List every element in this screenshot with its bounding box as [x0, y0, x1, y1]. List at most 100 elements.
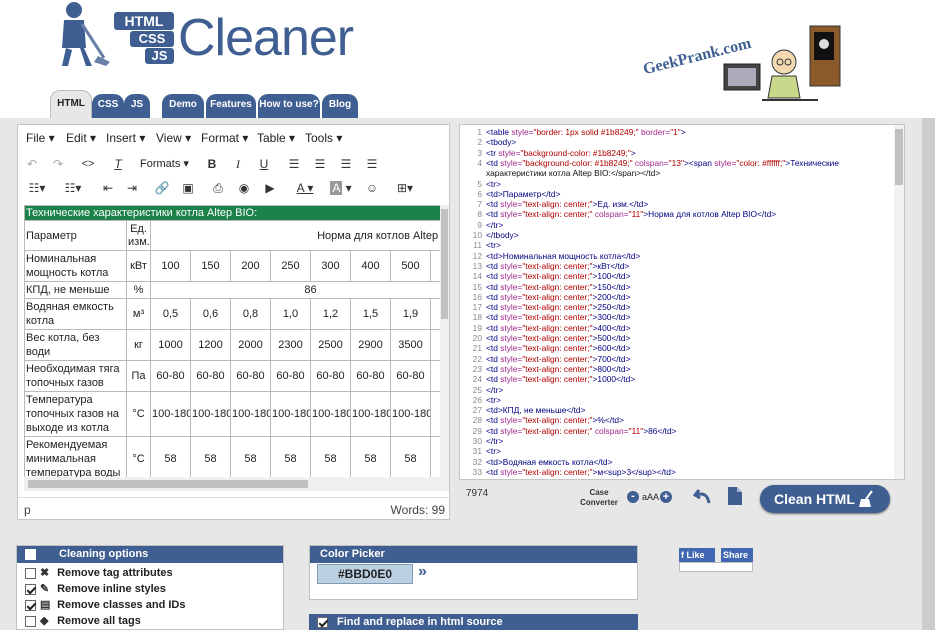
new-document-icon[interactable] — [727, 486, 743, 506]
find-replace-header[interactable]: Find and replace in html source — [309, 614, 638, 630]
cleaning-options-toggle[interactable] — [25, 548, 36, 560]
checkbox[interactable] — [25, 567, 36, 579]
tab-how-to-use[interactable]: How to use? — [258, 94, 320, 118]
source-line[interactable]: </tr> — [486, 220, 890, 230]
bold-icon[interactable]: B — [204, 156, 220, 172]
outdent-icon[interactable]: ⇤ — [100, 180, 116, 196]
align-left-icon[interactable]: ☰ — [286, 156, 302, 172]
tab-css[interactable]: CSS — [92, 94, 124, 118]
facebook-like-button[interactable]: f Like — [679, 548, 715, 562]
editor-horizontal-scrollbar[interactable] — [24, 477, 449, 491]
source-line[interactable]: <td style="text-align: center;">250</td> — [486, 302, 890, 312]
indent-icon[interactable]: ⇥ — [124, 180, 140, 196]
align-justify-icon[interactable]: ☰ — [364, 156, 380, 172]
source-line[interactable]: <td style="text-align: center;">%</td> — [486, 415, 890, 425]
menu-table[interactable]: Table ▾ — [257, 131, 295, 145]
background-color-icon[interactable]: A ▾ — [328, 180, 354, 196]
image-icon[interactable]: ▣ — [180, 180, 196, 196]
source-line[interactable]: <td style="background-color: #1b8249;" c… — [486, 158, 890, 168]
option-remove-tag-attributes[interactable]: ✖ Remove tag attributes — [25, 566, 173, 580]
facebook-share-button[interactable]: Share — [721, 548, 753, 562]
source-line[interactable]: <tr> — [486, 240, 890, 250]
menu-format[interactable]: Format ▾ — [201, 131, 248, 145]
source-line[interactable]: <td style="text-align: center;">500</td> — [486, 333, 890, 343]
menu-insert[interactable]: Insert ▾ — [106, 131, 145, 145]
color-picker-arrow[interactable]: » — [418, 563, 427, 581]
menu-tools[interactable]: Tools ▾ — [305, 131, 342, 145]
source-line[interactable]: <td style="text-align: center;">Ед. изм.… — [486, 199, 890, 209]
preview-icon[interactable]: ◉ — [236, 180, 252, 196]
source-line[interactable]: <tr style="background-color: #1b8249;"> — [486, 148, 890, 158]
numbered-list-icon[interactable]: ☷▾ — [60, 180, 86, 196]
tab-demo[interactable]: Demo — [162, 94, 204, 118]
clear-formatting-icon[interactable]: T — [110, 156, 126, 172]
source-line[interactable]: <td style="text-align: center;" colspan=… — [486, 426, 890, 436]
source-line[interactable]: <td style="text-align: center;">м<sup>3<… — [486, 467, 890, 477]
source-line[interactable]: <table style="border: 1px solid #1b8249;… — [486, 127, 890, 137]
source-line[interactable]: <td style="text-align: center;">700</td> — [486, 354, 890, 364]
formats-dropdown[interactable]: Formats ▾ — [140, 157, 189, 170]
tab-html[interactable]: HTML — [50, 90, 92, 118]
editor-content[interactable]: Технические характеристики котла Altep B… — [24, 205, 440, 477]
undo-icon[interactable]: ↶ — [24, 156, 40, 172]
menu-file[interactable]: File ▾ — [26, 131, 55, 145]
checkbox[interactable] — [25, 583, 36, 595]
menu-view[interactable]: View ▾ — [156, 131, 191, 145]
source-line[interactable]: <td style="text-align: center;">1000</td… — [486, 374, 890, 384]
option-remove-inline-styles[interactable]: ✎ Remove inline styles — [25, 582, 166, 596]
print-icon[interactable]: ⎙ — [210, 180, 226, 196]
source-line[interactable]: <td>Водяная емкость котла</td> — [486, 457, 890, 467]
source-line[interactable]: </tbody> — [486, 230, 890, 240]
source-line[interactable]: <td>Номинальная мощность котла</td> — [486, 251, 890, 261]
editor-vertical-scrollbar[interactable] — [440, 205, 449, 477]
bullet-list-icon[interactable]: ☷▾ — [24, 180, 50, 196]
tab-features[interactable]: Features — [206, 94, 256, 118]
geekprank-banner[interactable]: GeekPrank.com — [636, 18, 862, 118]
source-line[interactable]: </tr> — [486, 436, 890, 446]
source-line[interactable]: <tr> — [486, 446, 890, 456]
italic-icon[interactable]: I — [230, 156, 246, 172]
source-code-icon[interactable]: <> — [80, 156, 96, 172]
source-line[interactable]: <td style="text-align: center;">800</td> — [486, 364, 890, 374]
align-center-icon[interactable]: ☰ — [312, 156, 328, 172]
option-remove-classes-ids[interactable]: ▤ Remove classes and IDs — [25, 598, 185, 612]
undo-clean-icon[interactable] — [693, 486, 713, 506]
source-line[interactable]: <td>Параметр</td> — [486, 189, 890, 199]
table-icon[interactable]: ⊞▾ — [392, 180, 418, 196]
media-icon[interactable]: ▶ — [262, 180, 278, 196]
html-source-editor[interactable]: 1 <table style="border: 1px solid #1b8249… — [459, 124, 905, 480]
link-icon[interactable]: 🔗 — [154, 180, 170, 196]
align-right-icon[interactable]: ☰ — [338, 156, 354, 172]
source-line[interactable]: <td style="text-align: center;" colspan=… — [486, 209, 890, 219]
redo-icon[interactable]: ↷ — [50, 156, 66, 172]
source-line[interactable]: <tr> — [486, 179, 890, 189]
source-line[interactable]: <td style="text-align: center;">150</td> — [486, 282, 890, 292]
checkbox[interactable] — [25, 599, 36, 611]
source-line[interactable]: <td style="text-align: center;">100</td> — [486, 271, 890, 281]
source-line[interactable]: <td style="text-align: center;">кВт</td> — [486, 261, 890, 271]
source-line[interactable]: <td style="text-align: center;">200</td> — [486, 292, 890, 302]
tab-blog[interactable]: Blog — [322, 94, 358, 118]
clean-html-button[interactable]: Clean HTML — [760, 485, 890, 513]
emoticons-icon[interactable]: ☺ — [364, 180, 380, 196]
source-line[interactable]: <tr> — [486, 395, 890, 405]
source-line[interactable]: </tr> — [486, 385, 890, 395]
page-scrollbar[interactable] — [922, 118, 935, 630]
source-line[interactable]: <td style="text-align: center;">300</td> — [486, 312, 890, 322]
option-remove-all-tags[interactable]: ◆ Remove all tags — [25, 614, 141, 628]
source-line[interactable]: характеристики котла Altep BIO:</span></… — [486, 168, 890, 178]
tab-js[interactable]: JS — [124, 94, 150, 118]
underline-icon[interactable]: U — [256, 156, 272, 172]
text-color-icon[interactable]: A ▾ — [292, 180, 318, 196]
source-line[interactable]: <td style="text-align: center;">400</td> — [486, 323, 890, 333]
source-scrollbar[interactable] — [894, 125, 904, 479]
increase-case-button[interactable]: + — [660, 491, 672, 503]
color-value[interactable]: #BBD0E0 — [317, 564, 413, 584]
decrease-case-button[interactable]: - — [627, 491, 639, 503]
menu-edit[interactable]: Edit ▾ — [66, 131, 96, 145]
element-path[interactable]: p — [24, 503, 31, 517]
find-replace-toggle[interactable] — [317, 616, 328, 628]
source-line[interactable]: <tbody> — [486, 137, 890, 147]
source-line[interactable]: <td>КПД, не меньше</td> — [486, 405, 890, 415]
checkbox[interactable] — [25, 615, 36, 627]
